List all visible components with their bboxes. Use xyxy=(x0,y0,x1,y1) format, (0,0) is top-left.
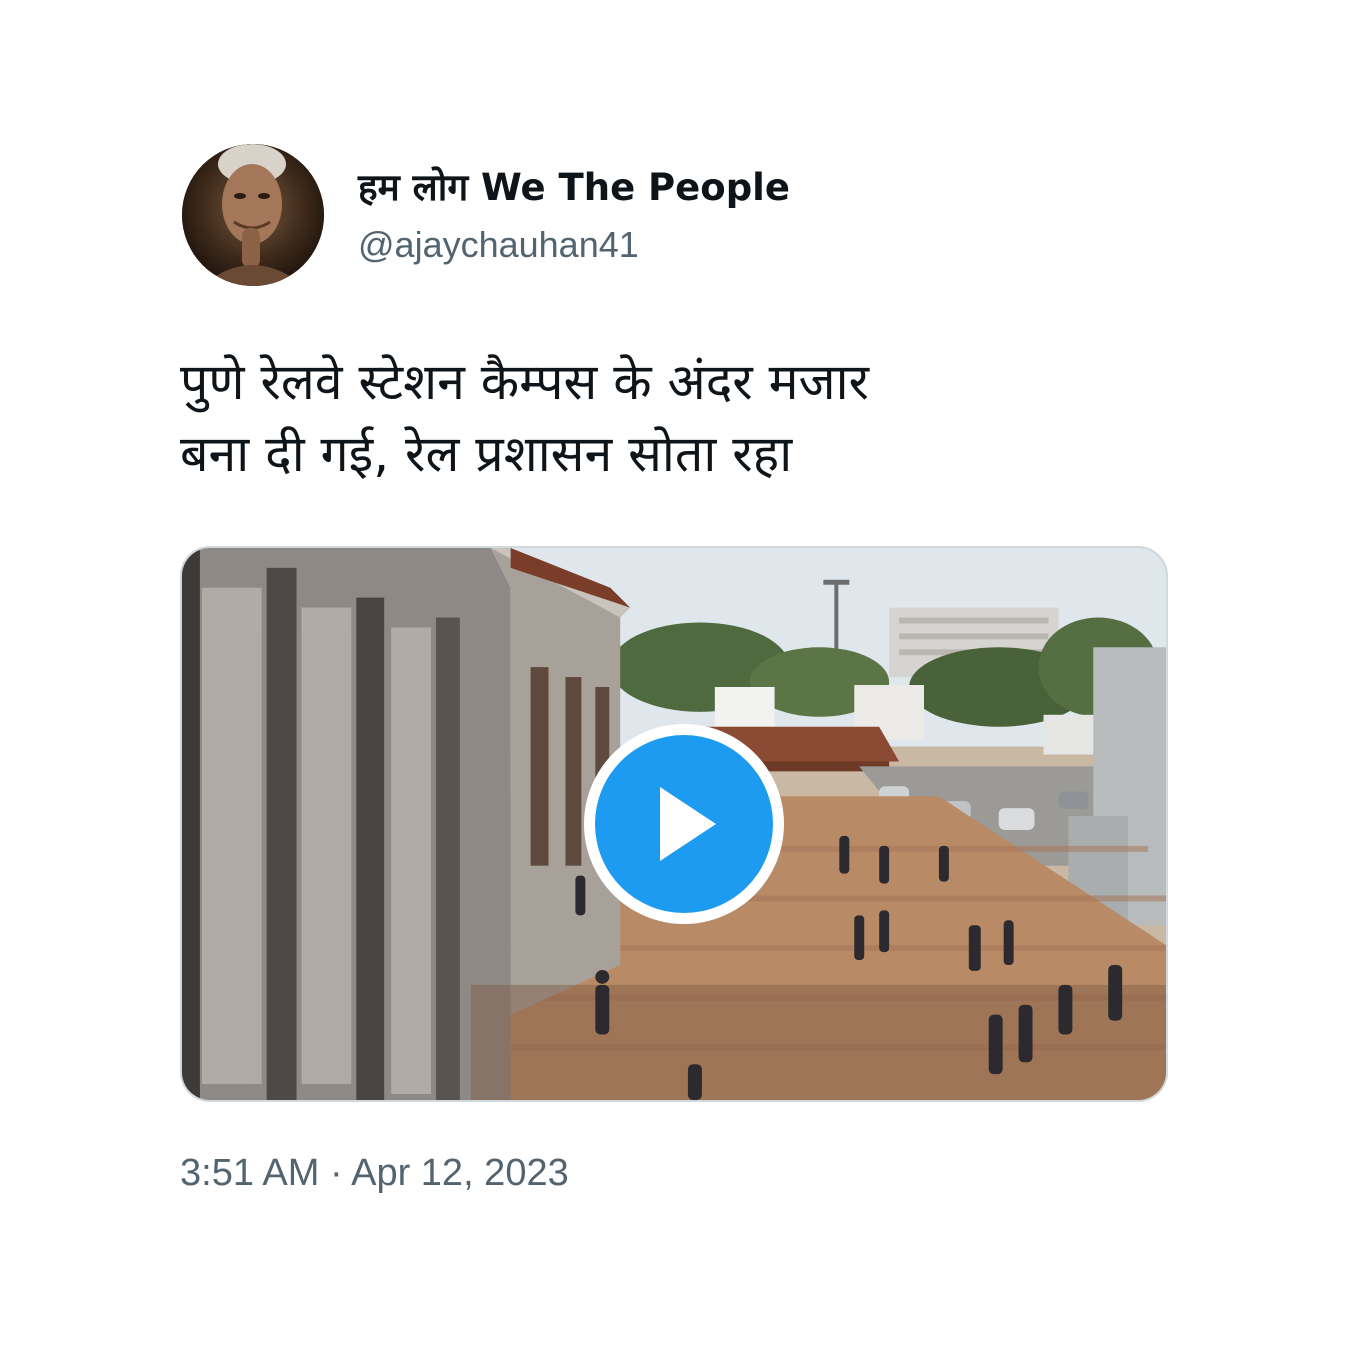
user-handle[interactable]: @ajaychauhan41 xyxy=(358,224,639,266)
avatar[interactable] xyxy=(182,144,324,286)
tweet-timestamp[interactable]: 3:51 AM · Apr 12, 2023 xyxy=(180,1152,569,1195)
tweet-text-line: बना दी गई, रेल प्रशासन सोता रहा xyxy=(180,425,793,483)
tweet-text-line: पुणे रेलवे स्टेशन कैम्पस के अंदर मजार xyxy=(180,353,870,411)
video-thumbnail[interactable] xyxy=(180,546,1168,1102)
play-button-circle xyxy=(595,735,773,913)
tweet-text: पुणे रेलवे स्टेशन कैम्पस के अंदर मजार बन… xyxy=(180,346,1140,490)
tweet-time: 3:51 AM xyxy=(180,1152,320,1194)
display-name[interactable]: हम लोग We The People xyxy=(358,160,790,211)
play-icon xyxy=(660,787,716,861)
timestamp-separator: · xyxy=(329,1152,343,1194)
play-button[interactable] xyxy=(584,724,784,924)
portrait-avatar-icon xyxy=(182,144,324,286)
tweet-date: Apr 12, 2023 xyxy=(351,1152,569,1194)
tweet-card: हम लोग We The People @ajaychauhan41 पुणे… xyxy=(0,0,1350,1350)
